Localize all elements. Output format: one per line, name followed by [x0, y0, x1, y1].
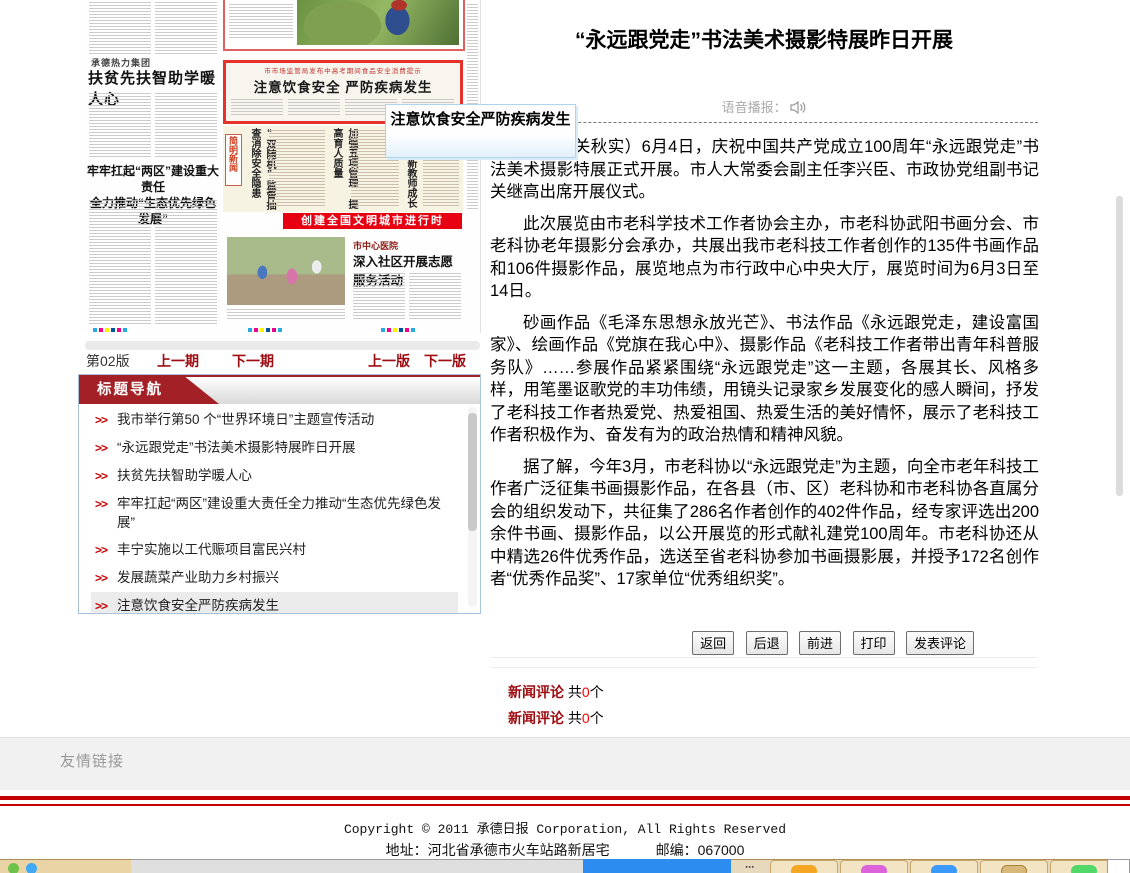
article-paragraph: 砂画作品《毛泽东思想永放光芒》、书法作品《永远跟党走，建设富国家》、绘画作品《党… [490, 312, 1039, 447]
newsprint-text-block [89, 200, 151, 326]
taskbar-start-area[interactable] [0, 859, 131, 873]
next-page-link[interactable]: 下一版 [424, 351, 466, 371]
newsprint-text-block [155, 2, 217, 54]
nav-item[interactable]: >>扶贫先扶智助学暖人心 [91, 462, 458, 490]
app-icon [931, 865, 957, 873]
preview-horizontal-scrollbar[interactable] [85, 341, 480, 350]
headline-tooltip: 注意饮食安全严防疾病发生 [385, 104, 576, 158]
nav-item[interactable]: >>牢牢扛起“两区”建设重大责任全力推动“生态优先绿色发展” [91, 490, 458, 536]
newsprint-text-block [89, 2, 151, 54]
news-comments-row: 新闻评论 共0个 [508, 708, 604, 728]
article-toolbar: 返回 后退 前进 打印 发表评论 [490, 631, 974, 655]
taskbar-app-button[interactable] [1107, 859, 1130, 873]
newsprint-text-block [89, 93, 151, 159]
nav-item[interactable]: >>发展蔬菜产业助力乡村振兴 [91, 564, 458, 592]
newsprint-text-block [269, 130, 325, 208]
nav-scrollbar-thumb[interactable] [468, 413, 477, 531]
newsprint-text-block [353, 273, 405, 321]
address-row: 地址：河北省承德市火车站路新居宅 邮编：067000 [0, 840, 1130, 860]
next-issue-link[interactable]: 下一期 [232, 351, 274, 371]
double-chevron-icon: >> [95, 541, 107, 560]
taskbar-app-button[interactable] [770, 860, 838, 873]
taskbar-grip-icon[interactable]: ⋯ [745, 862, 755, 873]
article-paragraph: 据了解，今年3月，市老科协以“永远跟党走”为主题，向全市老年科技工作者广泛征集书… [490, 456, 1039, 591]
address-text: 地址：河北省承德市火车站路新居宅 [386, 842, 610, 858]
speaker-icon[interactable] [790, 101, 806, 117]
page-scrollbar-thumb[interactable] [1116, 196, 1123, 496]
start-orb-icon [8, 863, 19, 873]
newsprint-text-block [288, 99, 340, 117]
double-chevron-icon: >> [95, 439, 107, 458]
comment-count: 0 [582, 684, 590, 700]
newsprint-text-block [231, 99, 283, 117]
folder-icon [1001, 865, 1027, 873]
footer-red-line [0, 804, 1130, 806]
app-icon [791, 865, 817, 873]
app-icon [861, 865, 887, 873]
start-orb-icon [26, 863, 37, 873]
news-comments-row: 新闻评论 共0个 [508, 682, 604, 702]
print-button[interactable]: 打印 [853, 631, 895, 655]
photo-caption [227, 309, 345, 321]
comments-label: 新闻评论 [508, 710, 564, 726]
friendship-links-label: 友情链接 [60, 750, 124, 771]
postcode-text: 邮编：067000 [656, 842, 745, 858]
title-navigation-panel: 标题导航 >>我市举行第50 个“世界环境日”主题宣传活动 >>“永远跟党走”书… [78, 374, 481, 614]
edition-label: 第02版 [86, 351, 130, 371]
newspaper-photo [227, 237, 345, 305]
divider [490, 667, 1038, 668]
newsprint-text-block [155, 200, 217, 326]
article-kicker: 市市场监管局发布中高考期间食品安全消费提示 [226, 65, 460, 75]
newsprint-text-block [155, 93, 217, 159]
article-body: （记者关秋实）6月4日，庆祝中国共产党成立100周年“永远跟党走”书法美术摄影特… [490, 136, 1039, 600]
comment-count: 0 [582, 710, 590, 726]
divider [490, 657, 1038, 658]
nav-header-label: 标题导航 [97, 377, 163, 403]
nav-item[interactable]: >>我市举行第50 个“世界环境日”主题宣传活动 [91, 406, 458, 434]
article-title: “永远跟党走”书法美术摄影特展昨日开展 [490, 24, 1038, 54]
newsprint-text-block [409, 273, 461, 321]
double-chevron-icon: >> [95, 467, 107, 486]
return-button[interactable]: 返回 [692, 631, 734, 655]
taskbar-window-button[interactable] [131, 859, 583, 873]
newspaper-page-preview[interactable]: 承德热力集团 扶贫先扶智助学暖人心 牢牢扛起“两区”建设重大责任 全力推动“生态… [85, 0, 481, 333]
prev-issue-link[interactable]: 上一期 [157, 351, 199, 371]
civilized-city-banner: 创建全国文明城市进行时 [283, 213, 462, 229]
nav-header: 标题导航 [79, 375, 480, 404]
comments-label: 新闻评论 [508, 684, 564, 700]
nav-item-active[interactable]: >>注意饮食安全严防疾病发生 [91, 592, 458, 613]
taskbar-app-button[interactable] [980, 860, 1048, 873]
taskbar-active-window-button[interactable] [583, 859, 731, 873]
page: 承德热力集团 扶贫先扶智助学暖人心 牢牢扛起“两区”建设重大责任 全力推动“生态… [0, 0, 1130, 873]
taskbar-app-button[interactable] [840, 860, 908, 873]
nav-item[interactable]: >>“永远跟党走”书法美术摄影特展昨日开展 [91, 434, 458, 462]
brief-news-box[interactable]: 简明新闻 [225, 134, 242, 186]
prev-page-link[interactable]: 上一版 [368, 351, 410, 371]
newsprint-text-block [229, 4, 293, 40]
nav-list: >>我市举行第50 个“世界环境日”主题宣传活动 >>“永远跟党走”书法美术摄影… [79, 404, 480, 613]
hospital-article[interactable]: 市中心医院 深入社区开展志愿服务活动 [225, 231, 463, 325]
newspaper-photo [297, 0, 459, 45]
voice-broadcast-label: 语音播报： [722, 100, 787, 115]
taskbar-app-button[interactable] [910, 860, 978, 873]
article-headline: 注意饮食安全 严防疾病发生 [226, 76, 460, 96]
nav-item[interactable]: >>丰宁实施以工代赈项目富民兴村 [91, 536, 458, 564]
article-paragraph: 此次展览由市老科学技术工作者协会主办，市老科协武阳书画分会、市老科协老年摄影分会… [490, 213, 1039, 303]
taskbar: ⋯ [0, 859, 1130, 873]
friendship-links-band: 友情链接 [0, 737, 1130, 790]
back-button[interactable]: 后退 [746, 631, 788, 655]
post-comment-button[interactable]: 发表评论 [906, 631, 974, 655]
double-chevron-icon: >> [95, 495, 107, 514]
double-chevron-icon: >> [95, 569, 107, 588]
double-chevron-icon: >> [95, 597, 107, 613]
double-chevron-icon: >> [95, 411, 107, 430]
forward-button[interactable]: 前进 [799, 631, 841, 655]
footer-red-line [0, 796, 1130, 800]
app-icon [1071, 865, 1097, 873]
copyright-text: Copyright © 2011 承德日报 Corporation, All R… [0, 818, 1130, 837]
photo-article[interactable] [223, 0, 465, 51]
